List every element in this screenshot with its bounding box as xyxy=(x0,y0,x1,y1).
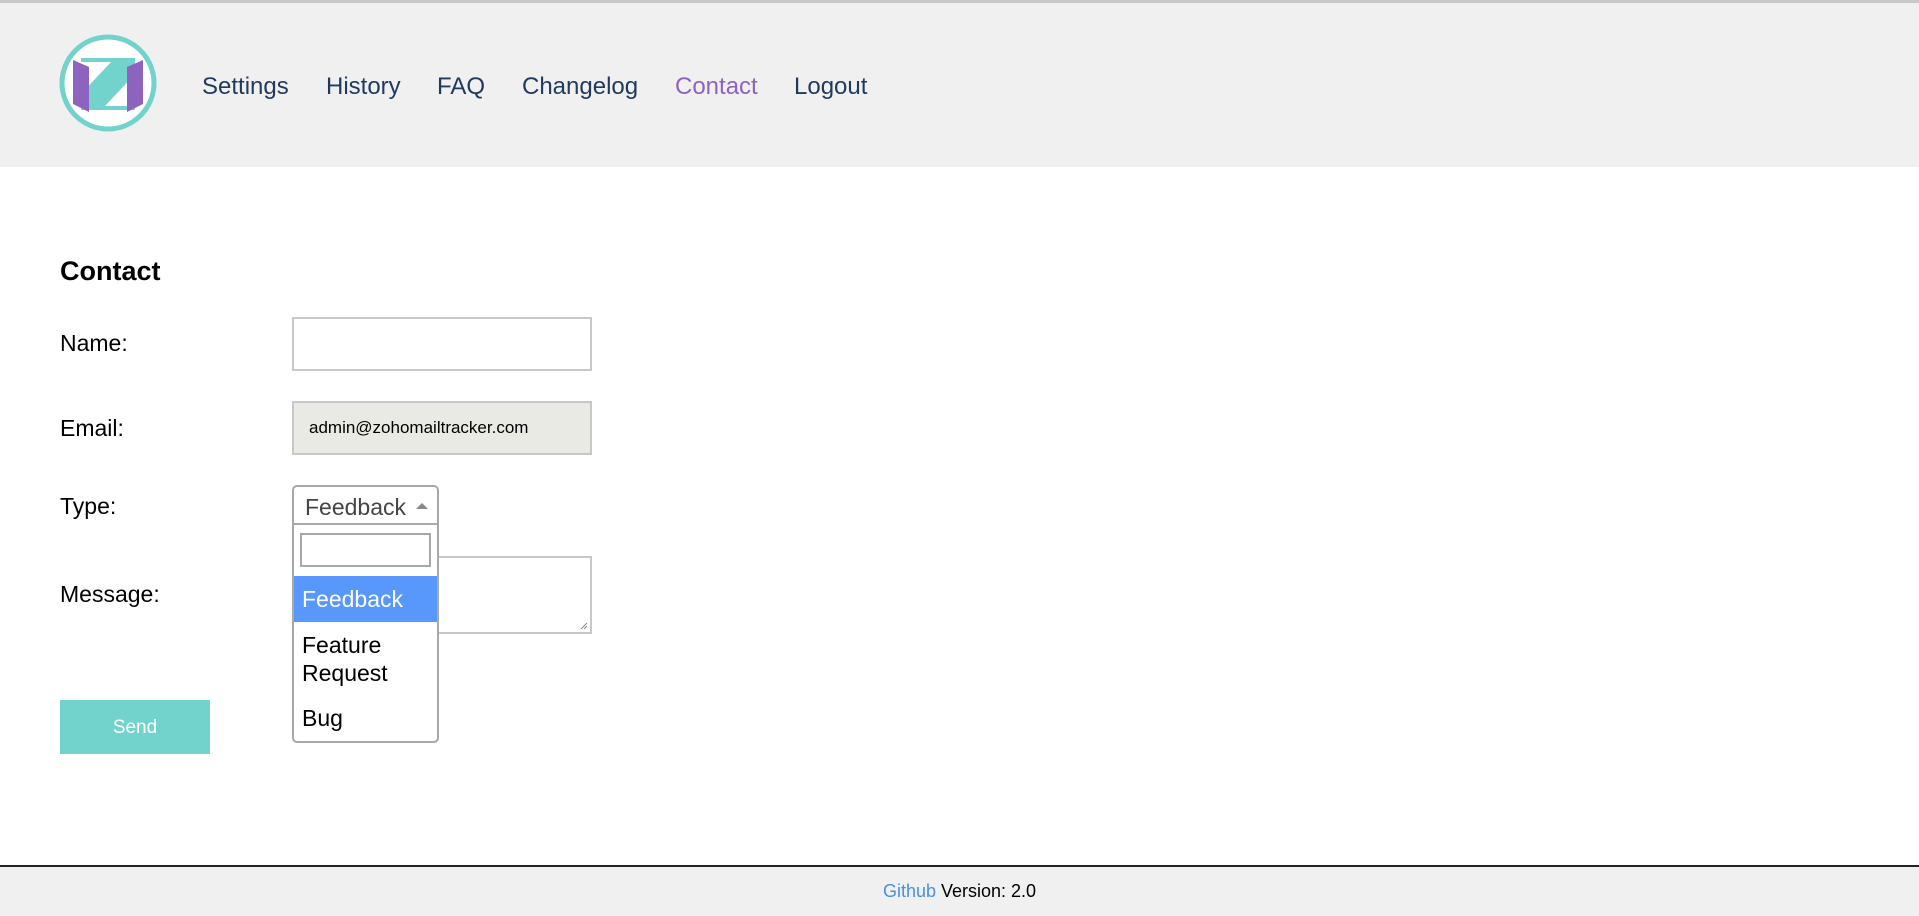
email-field[interactable]: admin@zohomailtracker.com xyxy=(292,401,592,455)
dropdown-search-input[interactable] xyxy=(300,533,431,567)
nav-changelog[interactable]: Changelog xyxy=(522,73,638,101)
option-feature-request[interactable]: Feature Request xyxy=(294,631,437,687)
email-label: Email: xyxy=(60,415,124,441)
github-link[interactable]: Github xyxy=(883,881,936,901)
nav-settings[interactable]: Settings xyxy=(202,73,289,101)
page-title: Contact xyxy=(60,256,161,286)
nav-contact[interactable]: Contact xyxy=(675,73,758,101)
z-logo-icon[interactable] xyxy=(59,34,157,132)
version-text: Version: 2.0 xyxy=(941,881,1037,901)
nav-history[interactable]: History xyxy=(326,73,401,101)
nav-faq[interactable]: FAQ xyxy=(437,73,485,101)
option-bug[interactable]: Bug xyxy=(294,704,437,732)
triangle-up-icon xyxy=(416,503,428,509)
type-dropdown: Feedback Feature Request Bug xyxy=(292,525,439,743)
type-label: Type: xyxy=(60,493,117,519)
name-field[interactable] xyxy=(292,317,592,371)
message-label: Message: xyxy=(60,581,160,607)
name-label: Name: xyxy=(60,330,128,356)
site-header: Settings History FAQ Changelog Contact L… xyxy=(0,3,1919,167)
nav-logout[interactable]: Logout xyxy=(794,73,867,101)
send-button[interactable]: Send xyxy=(60,700,210,754)
type-select-value: Feedback xyxy=(305,494,407,520)
option-feedback[interactable]: Feedback xyxy=(294,576,437,622)
type-select[interactable]: Feedback xyxy=(292,485,439,525)
site-footer: Github Version: 2.0 xyxy=(0,865,1919,916)
resize-grip-icon[interactable] xyxy=(580,622,588,630)
